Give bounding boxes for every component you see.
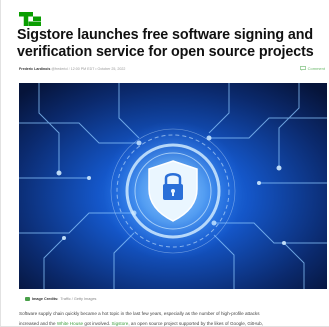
white-house-link[interactable]: White House (57, 321, 83, 326)
image-credits-label: Image Credits: (32, 297, 59, 301)
paragraph-text-a: increased and the (19, 321, 57, 326)
paragraph-line-2: increased and the White House got involv… (19, 319, 327, 327)
comment-label: Comment (307, 65, 325, 71)
comment-icon (299, 65, 306, 71)
publish-datetime: 12:00 PM EDT • October 25, 2022 (70, 67, 126, 71)
comment-button[interactable]: Comment (299, 64, 325, 72)
camera-icon (25, 297, 30, 301)
techcrunch-logo[interactable] (19, 12, 41, 26)
article-byline: Frederic Lardinois @fredericl / 12:00 PM… (19, 67, 309, 75)
sigstore-link[interactable]: Sigstore (111, 321, 128, 326)
article-page: Sigstore launches free software signing … (0, 0, 329, 327)
image-credits-value[interactable]: Traffic / Getty Images (60, 297, 96, 301)
byline-separator: / (68, 67, 70, 71)
paragraph-text-c: , an open source project supported by th… (128, 321, 263, 326)
hero-image[interactable] (19, 83, 327, 289)
author-name[interactable]: Frederic Lardinois (19, 67, 50, 71)
article-title: Sigstore launches free software signing … (17, 27, 314, 60)
shield-lock-circuit-image (19, 83, 327, 289)
author-handle[interactable]: @fredericl (51, 67, 67, 71)
image-credits: Image Credits: Traffic / Getty Images (25, 296, 96, 302)
paragraph-text-b: got involved. (83, 321, 112, 326)
article-paragraph: Software supply chain quickly became a h… (19, 309, 327, 327)
paragraph-line-1: Software supply chain quickly became a h… (19, 311, 260, 316)
